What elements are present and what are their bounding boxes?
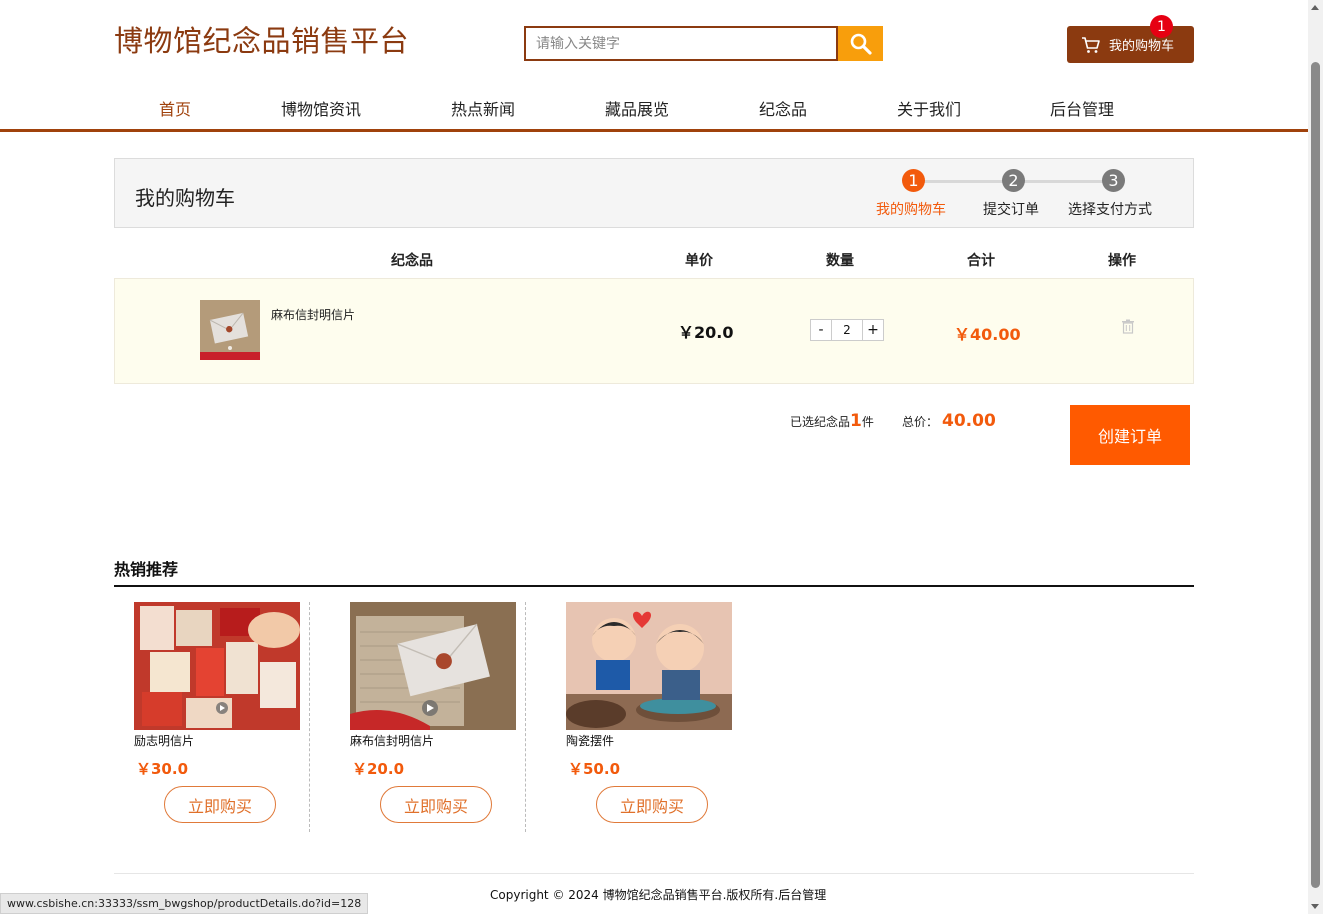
scrollbar-thumb[interactable] (1311, 62, 1320, 888)
nav-item-admin[interactable]: 后台管理 (1050, 96, 1114, 120)
column-header-quantity: 数量 (826, 253, 854, 269)
scroll-down-arrow-icon[interactable] (1311, 904, 1319, 909)
buy-now-button[interactable]: 立即购买 (164, 786, 276, 823)
search-button[interactable] (838, 26, 883, 61)
main-nav: 首页 博物馆资讯 热点新闻 藏品展览 纪念品 关于我们 后台管理 (0, 88, 1308, 132)
total-price-summary: 总价： 40.00 (902, 411, 996, 431)
search-bar (524, 26, 883, 61)
selected-count: 1 (850, 411, 862, 431)
recommend-section-title: 热销推荐 (114, 560, 179, 579)
scroll-up-arrow-icon[interactable] (1311, 5, 1319, 10)
column-header-actions: 操作 (1108, 253, 1136, 269)
step-2-dot: 2 (1002, 169, 1025, 192)
selected-suffix: 件 (861, 415, 874, 429)
cart-icon (1082, 36, 1100, 53)
nav-item-souvenirs[interactable]: 纪念品 (759, 96, 807, 120)
total-label: 总价： (902, 415, 939, 429)
step-1-label: 我的购物车 (876, 202, 946, 218)
nav-item-about[interactable]: 关于我们 (897, 96, 961, 120)
recommend-item-name[interactable]: 励志明信片 (134, 732, 194, 749)
column-header-souvenir: 纪念品 (391, 253, 433, 269)
table-row: 麻布信封明信片 ￥20.0 - 2 + ￥40.00 (114, 278, 1194, 384)
footer-copyright: Copyright © 2024 博物馆纪念品销售平台.版权所有.后台管理 (490, 888, 827, 902)
recommend-divider (114, 585, 1194, 587)
recommend-card: 麻布信封明信片 ￥20.0 立即购买 (330, 602, 526, 832)
step-1-dot: 1 (902, 169, 925, 192)
recommend-card: 励志明信片 ￥30.0 立即购买 (114, 602, 310, 832)
step-3-label: 选择支付方式 (1068, 202, 1152, 218)
my-cart-label: 我的购物车 (1109, 39, 1175, 54)
cart-item-name[interactable]: 麻布信封明信片 (271, 306, 355, 323)
step-3-dot: 3 (1102, 169, 1125, 192)
cart-header-panel: 我的购物车 1 2 3 我的购物车 提交订单 选择支付方式 (114, 158, 1194, 228)
quantity-increase-button[interactable]: + (862, 319, 884, 341)
my-cart-button[interactable]: 我的购物车 (1067, 26, 1194, 63)
recommend-image-ceramic-figurine[interactable] (566, 602, 732, 730)
recommend-image-envelope[interactable] (350, 602, 516, 730)
buy-now-button[interactable]: 立即购买 (596, 786, 708, 823)
quantity-stepper: - 2 + (810, 319, 884, 341)
quantity-decrease-button[interactable]: - (810, 319, 832, 341)
recommend-item-price: ￥50.0 (568, 760, 621, 778)
recommend-image-postcards[interactable] (134, 602, 300, 730)
search-icon (850, 33, 872, 55)
product-thumbnail[interactable] (200, 300, 260, 360)
recommend-item-price: ￥20.0 (352, 760, 405, 778)
recommend-card: 陶瓷摆件 ￥50.0 立即购买 (546, 602, 742, 832)
nav-item-hot-news[interactable]: 热点新闻 (451, 96, 515, 120)
nav-item-museum-news[interactable]: 博物馆资讯 (281, 96, 361, 120)
site-title[interactable]: 博物馆纪念品销售平台 (114, 18, 409, 60)
recommend-item-price: ￥30.0 (136, 760, 189, 778)
status-bar-url: www.csbishe.cn:33333/ssm_bwgshop/product… (0, 893, 369, 914)
nav-item-collections[interactable]: 藏品展览 (605, 96, 669, 120)
cart-count-badge: 1 (1150, 15, 1173, 38)
cart-title: 我的购物车 (135, 186, 235, 210)
cart-item-unit-price: ￥20.0 (678, 323, 734, 342)
create-order-button[interactable]: 创建订单 (1070, 405, 1190, 465)
recommend-item-name[interactable]: 麻布信封明信片 (350, 732, 434, 749)
quantity-value[interactable]: 2 (832, 319, 862, 341)
total-value: 40.00 (942, 411, 996, 431)
selected-count-summary: 已选纪念品1件 (790, 411, 874, 431)
cart-item-total: ￥40.00 (954, 325, 1021, 344)
delete-item-button[interactable] (1121, 319, 1135, 338)
step-2-label: 提交订单 (983, 202, 1039, 218)
nav-item-home[interactable]: 首页 (159, 96, 191, 120)
column-header-total: 合计 (967, 253, 995, 269)
trash-icon (1122, 319, 1134, 334)
selected-prefix: 已选纪念品 (790, 415, 851, 429)
buy-now-button[interactable]: 立即购买 (380, 786, 492, 823)
column-header-unit-price: 单价 (685, 253, 713, 269)
page-scrollbar[interactable] (1308, 0, 1323, 914)
search-input[interactable] (524, 26, 838, 61)
footer-divider (114, 873, 1194, 874)
recommend-item-name[interactable]: 陶瓷摆件 (566, 732, 614, 749)
